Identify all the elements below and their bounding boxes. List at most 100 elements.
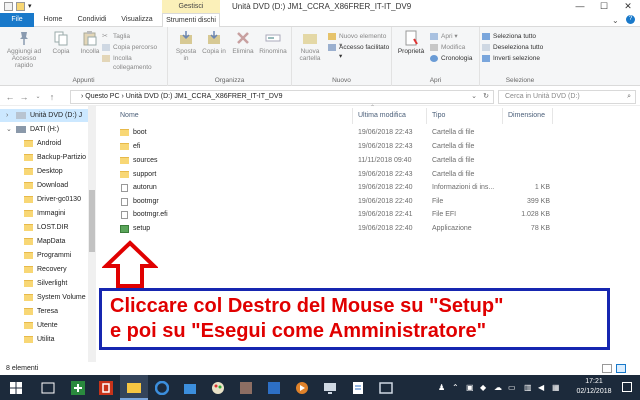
expand-chevron-icon[interactable]: › bbox=[6, 109, 8, 122]
nav-item-folder[interactable]: Desktop bbox=[0, 165, 88, 178]
nav-item-folder[interactable]: Utilita bbox=[0, 333, 88, 346]
start-windows-icon[interactable] bbox=[2, 375, 30, 400]
easy-access-button[interactable]: Accesso facilitato ▾ bbox=[328, 43, 391, 60]
tab-file[interactable]: File bbox=[0, 13, 34, 27]
document-app-icon[interactable] bbox=[344, 375, 372, 400]
file-row[interactable]: boot 19/06/2018 22:43 Cartella di file bbox=[100, 126, 620, 140]
select-all-button[interactable]: Seleziona tutto bbox=[482, 32, 536, 41]
window-app-icon[interactable] bbox=[372, 375, 400, 400]
paste-button[interactable]: Incolla bbox=[76, 30, 104, 55]
nav-item-dvd-drive[interactable]: › Unità DVD (D:) J bbox=[0, 109, 88, 122]
file-row[interactable]: sources 11/11/2018 09:40 Cartella di fil… bbox=[100, 154, 620, 168]
volume-icon[interactable]: ◀ bbox=[538, 383, 544, 392]
nav-item-folder[interactable]: Teresa bbox=[0, 305, 88, 318]
battery-icon[interactable]: ▭ bbox=[508, 383, 516, 392]
column-header-type[interactable]: Tipo bbox=[432, 110, 445, 122]
invert-selection-button[interactable]: Inverti selezione bbox=[482, 54, 540, 63]
nav-item-dati[interactable]: ⌄ DATI (H:) bbox=[0, 123, 88, 136]
copy-button[interactable]: Copia bbox=[48, 30, 74, 55]
nav-item-folder[interactable]: Download bbox=[0, 179, 88, 192]
column-divider[interactable] bbox=[352, 108, 353, 124]
network-icon[interactable]: ▥ bbox=[524, 383, 532, 392]
move-to-button[interactable]: Sposta in bbox=[174, 30, 198, 62]
column-header-name[interactable]: Nome bbox=[120, 110, 139, 122]
details-view-icon[interactable] bbox=[602, 364, 612, 373]
select-none-button[interactable]: Deseleziona tutto bbox=[482, 43, 543, 52]
notification-center-icon[interactable] bbox=[622, 382, 632, 392]
properties-quick-icon[interactable] bbox=[4, 2, 13, 11]
collapse-ribbon-icon[interactable]: ⌄ bbox=[612, 16, 619, 25]
collapse-chevron-icon[interactable]: ⌄ bbox=[6, 123, 12, 136]
help-icon[interactable]: ? bbox=[626, 15, 635, 24]
customize-quick-icon[interactable]: ▾ bbox=[28, 2, 37, 11]
recent-locations-icon[interactable]: ⌄ bbox=[32, 91, 44, 103]
nav-item-folder[interactable]: Backup-Partizio bbox=[0, 151, 88, 164]
file-row[interactable]: autorun 19/06/2018 22:40 Informazioni di… bbox=[100, 181, 620, 195]
nav-item-folder[interactable]: Utente bbox=[0, 319, 88, 332]
tray-people-icon[interactable]: ♟ bbox=[438, 383, 445, 392]
app-red-icon[interactable] bbox=[92, 375, 120, 400]
store-icon[interactable] bbox=[176, 375, 204, 400]
nav-item-folder[interactable]: Android bbox=[0, 137, 88, 150]
clock[interactable]: 17:21 02/12/2018 bbox=[572, 377, 616, 397]
delete-button[interactable]: Elimina bbox=[230, 30, 256, 55]
pin-quick-access-button[interactable]: Aggiungi ad Accesso rapido bbox=[4, 30, 44, 69]
up-arrow-icon[interactable]: ↑ bbox=[46, 91, 58, 103]
tab-view[interactable]: Visualizza bbox=[116, 13, 158, 27]
tab-home[interactable]: Home bbox=[40, 13, 66, 27]
address-dropdown-icon[interactable]: ⌄ bbox=[471, 91, 477, 103]
new-item-button[interactable]: Nuovo elemento ▾ bbox=[328, 32, 391, 49]
file-row[interactable]: setup 19/06/2018 22:40 Applicazione 78 K… bbox=[100, 222, 620, 236]
paint-icon[interactable] bbox=[204, 375, 232, 400]
close-button[interactable]: ✕ bbox=[616, 0, 640, 13]
nav-item-folder[interactable]: Silverlight bbox=[0, 277, 88, 290]
keyboard-icon[interactable]: ▦ bbox=[552, 383, 560, 392]
nav-item-folder[interactable]: Programmi bbox=[0, 249, 88, 262]
file-explorer-taskbar-icon[interactable] bbox=[120, 375, 148, 400]
tray-cloud-icon[interactable]: ☁ bbox=[494, 383, 502, 392]
nav-item-folder[interactable]: System Volume bbox=[0, 291, 88, 304]
address-field[interactable]: › Questo PC › Unità DVD (D:) JM1_CCRA_X8… bbox=[70, 90, 494, 104]
column-divider[interactable] bbox=[502, 108, 503, 124]
copy-to-button[interactable]: Copia in bbox=[202, 30, 226, 55]
refresh-icon[interactable]: ↻ bbox=[483, 91, 489, 103]
tray-shield-icon[interactable]: ◆ bbox=[480, 383, 486, 392]
tab-share[interactable]: Condividi bbox=[72, 13, 112, 27]
paste-link-button[interactable]: Incolla collegamento bbox=[102, 54, 167, 71]
settings-app-icon[interactable] bbox=[232, 375, 260, 400]
app-green-icon[interactable] bbox=[64, 375, 92, 400]
column-header-date[interactable]: Ultima modifica bbox=[358, 110, 406, 122]
nav-scrollbar-thumb[interactable] bbox=[89, 190, 95, 252]
new-folder-button[interactable]: Nuova cartella bbox=[296, 30, 324, 62]
tray-app-icon[interactable]: ▣ bbox=[466, 383, 474, 392]
properties-button[interactable]: Proprietà bbox=[396, 30, 426, 55]
file-row[interactable]: efi 19/06/2018 22:43 Cartella di file bbox=[100, 140, 620, 154]
minimize-button[interactable]: — bbox=[568, 0, 592, 13]
column-divider[interactable] bbox=[426, 108, 427, 124]
large-icons-view-icon[interactable] bbox=[616, 364, 626, 373]
tab-drive-tools[interactable]: Strumenti dischi bbox=[162, 13, 220, 28]
file-row[interactable]: bootmgr.efi 19/06/2018 22:41 File EFI 1.… bbox=[100, 208, 620, 222]
nav-item-folder[interactable]: LOST.DIR bbox=[0, 221, 88, 234]
column-divider[interactable] bbox=[552, 108, 553, 124]
tray-expand-icon[interactable]: ⌃ bbox=[452, 383, 459, 392]
media-player-icon[interactable] bbox=[288, 375, 316, 400]
cut-button[interactable]: ✂ Taglia bbox=[102, 32, 130, 41]
edit-button[interactable]: Modifica bbox=[430, 43, 465, 52]
rename-button[interactable]: Rinomina bbox=[258, 30, 288, 55]
maximize-button[interactable]: ☐ bbox=[592, 0, 616, 13]
forward-arrow-icon[interactable]: → bbox=[18, 91, 30, 103]
file-row[interactable]: bootmgr 19/06/2018 22:40 File 399 KB bbox=[100, 195, 620, 209]
search-input[interactable]: Cerca in Unità DVD (D:) ⌕ bbox=[498, 90, 636, 104]
task-view-icon[interactable] bbox=[34, 375, 62, 400]
nav-item-folder[interactable]: Immagini bbox=[0, 207, 88, 220]
history-button[interactable]: Cronologia bbox=[430, 54, 472, 63]
copy-path-button[interactable]: Copia percorso bbox=[102, 43, 157, 52]
edge-browser-icon[interactable] bbox=[148, 375, 176, 400]
app-blue-icon[interactable] bbox=[260, 375, 288, 400]
nav-item-folder[interactable]: MapData bbox=[0, 235, 88, 248]
nav-item-folder[interactable]: Recovery bbox=[0, 263, 88, 276]
new-folder-quick-icon[interactable] bbox=[16, 2, 25, 11]
monitor-app-icon[interactable] bbox=[316, 375, 344, 400]
file-row[interactable]: support 19/06/2018 22:43 Cartella di fil… bbox=[100, 168, 620, 182]
